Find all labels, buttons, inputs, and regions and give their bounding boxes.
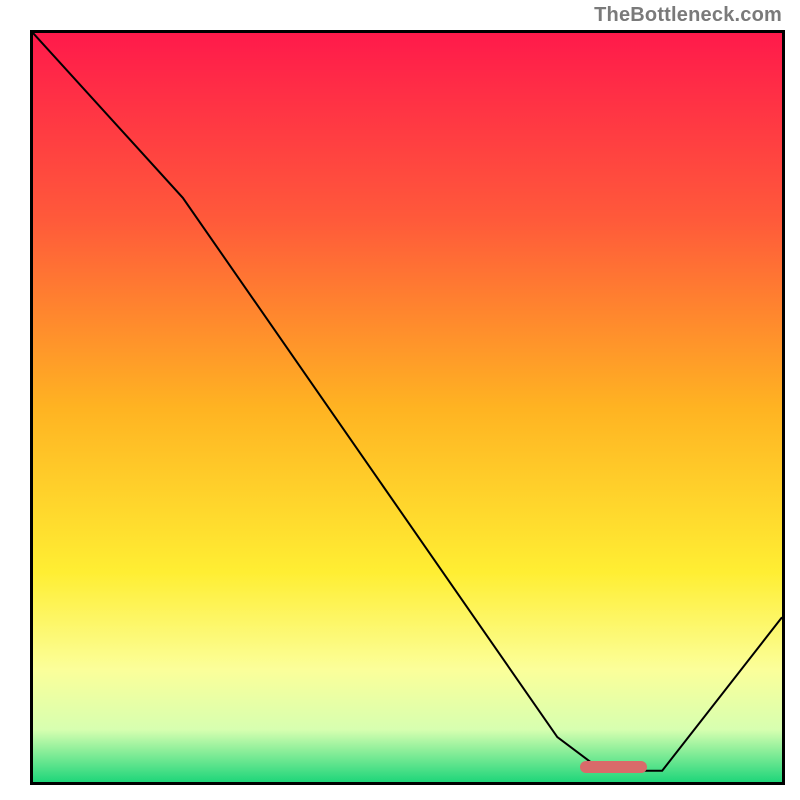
chart-gradient-background — [33, 33, 782, 782]
chart-frame — [30, 30, 785, 785]
optimal-range-marker — [580, 761, 647, 773]
watermark-text: TheBottleneck.com — [594, 4, 782, 27]
chart-plot-area — [33, 33, 782, 782]
